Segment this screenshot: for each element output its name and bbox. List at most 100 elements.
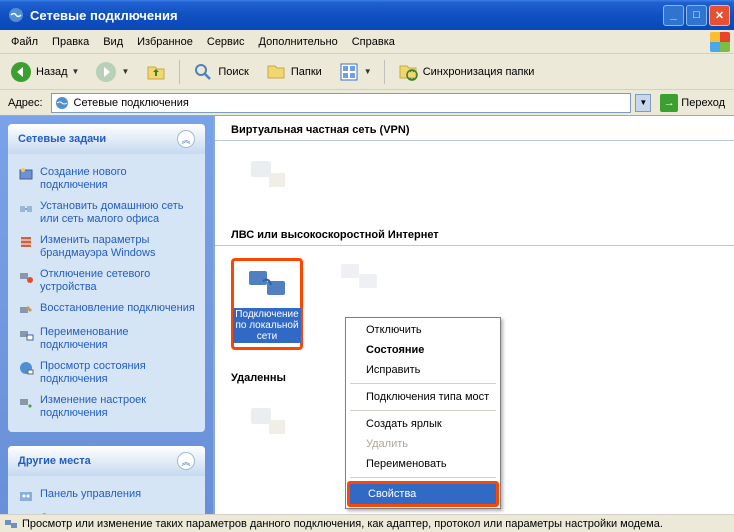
- task-repair[interactable]: Восстановление подключения: [18, 298, 195, 322]
- group-lan: ЛВС или высокоскоростной Интернет: [215, 221, 734, 246]
- repair-icon: [18, 302, 34, 318]
- menubar: Файл Правка Вид Избранное Сервис Дополни…: [0, 30, 734, 54]
- forward-icon: [95, 61, 117, 83]
- chevron-down-icon: ▼: [72, 67, 80, 76]
- address-dropdown[interactable]: ▼: [635, 94, 651, 112]
- ctx-separator: [350, 383, 496, 384]
- back-button[interactable]: Назад ▼: [4, 58, 85, 86]
- status-icon: [18, 360, 34, 376]
- lan-icon: [243, 265, 291, 305]
- panel-title: Сетевые задачи: [18, 133, 106, 145]
- other-places-panel: Другие места ︽ Панель управления Сетевое…: [8, 446, 205, 514]
- folders-icon: [265, 61, 287, 83]
- panel-header[interactable]: Другие места ︽: [8, 446, 205, 476]
- panel-body: Панель управления Сетевое окружение Мои …: [8, 476, 205, 514]
- wizard-icon: [18, 166, 34, 182]
- menu-view[interactable]: Вид: [96, 34, 130, 50]
- task-rename[interactable]: Переименование подключения: [18, 322, 195, 356]
- back-icon: [10, 61, 32, 83]
- task-home-network[interactable]: Установить домашнюю сеть или сеть малого…: [18, 196, 195, 230]
- titlebar: Сетевые подключения _ □ ✕: [0, 0, 734, 30]
- menu-file[interactable]: Файл: [4, 34, 45, 50]
- lan-connection-item[interactable]: Подключение по локальной сети: [231, 258, 303, 350]
- disable-icon: [18, 268, 34, 284]
- context-menu: Отключить Состояние Исправить Подключени…: [345, 317, 501, 509]
- conn-label: Подключение по локальной сети: [233, 308, 300, 343]
- network-tasks-panel: Сетевые задачи ︽ Создание нового подключ…: [8, 124, 205, 432]
- ctx-properties[interactable]: Свойства: [350, 484, 496, 504]
- panel-title: Другие места: [18, 455, 91, 467]
- addressbar: Адрес: Сетевые подключения ▼ → Переход: [0, 90, 734, 116]
- go-icon: →: [660, 94, 678, 112]
- toolbar: Назад ▼ ▼ Поиск Папки ▼ Синхронизация па…: [0, 54, 734, 90]
- home-network-icon: [18, 200, 34, 216]
- address-value: Сетевые подключения: [70, 97, 189, 109]
- vpn-connection-item[interactable]: [231, 153, 303, 207]
- task-disable-device[interactable]: Отключение сетевого устройства: [18, 264, 195, 298]
- status-text: Просмотр или изменение таких параметров …: [22, 518, 663, 530]
- menu-edit[interactable]: Правка: [45, 34, 96, 50]
- lan-icon: [335, 258, 383, 298]
- vpn-icon: [243, 153, 291, 193]
- firewall-icon: [18, 234, 34, 250]
- folder-up-icon: [145, 61, 167, 83]
- folders-label: Папки: [291, 66, 322, 78]
- ctx-shortcut[interactable]: Создать ярлык: [348, 414, 498, 434]
- properties-icon: [18, 394, 34, 410]
- task-new-connection[interactable]: Создание нового подключения: [18, 162, 195, 196]
- connection-icon: [4, 517, 18, 531]
- windows-flag-icon: [710, 32, 730, 52]
- up-button[interactable]: [139, 58, 173, 86]
- views-button[interactable]: ▼: [332, 58, 378, 86]
- menu-favorites[interactable]: Избранное: [130, 34, 200, 50]
- sidebar: Сетевые задачи ︽ Создание нового подключ…: [0, 116, 213, 514]
- collapse-icon[interactable]: ︽: [177, 130, 195, 148]
- ctx-repair[interactable]: Исправить: [348, 360, 498, 380]
- task-properties[interactable]: Изменение настроек подключения: [18, 390, 195, 424]
- panel-header[interactable]: Сетевые задачи ︽: [8, 124, 205, 154]
- remote-connection-item[interactable]: [231, 400, 303, 440]
- ctx-bridge[interactable]: Подключения типа мост: [348, 387, 498, 407]
- sync-button[interactable]: Синхронизация папки: [391, 58, 541, 86]
- close-button[interactable]: ✕: [709, 5, 730, 26]
- task-status[interactable]: Просмотр состояния подключения: [18, 356, 195, 390]
- ctx-rename[interactable]: Переименовать: [348, 454, 498, 474]
- ctx-disable[interactable]: Отключить: [348, 320, 498, 340]
- control-panel-icon: [18, 488, 34, 504]
- views-icon: [338, 61, 360, 83]
- address-input[interactable]: Сетевые подключения: [51, 93, 632, 113]
- address-label: Адрес:: [4, 97, 47, 109]
- ctx-separator: [350, 477, 496, 478]
- link-control-panel[interactable]: Панель управления: [18, 484, 195, 508]
- search-button[interactable]: Поиск: [186, 58, 254, 86]
- window-icon: [8, 7, 24, 23]
- task-firewall[interactable]: Изменить параметры брандмауэра Windows: [18, 230, 195, 264]
- sync-icon: [397, 61, 419, 83]
- sync-label: Синхронизация папки: [423, 66, 535, 78]
- toolbar-separator: [384, 60, 385, 84]
- collapse-icon[interactable]: ︽: [177, 452, 195, 470]
- toolbar-separator: [179, 60, 180, 84]
- folders-button[interactable]: Папки: [259, 58, 328, 86]
- forward-button[interactable]: ▼: [89, 58, 135, 86]
- menu-help[interactable]: Справка: [345, 34, 402, 50]
- chevron-down-icon: ▼: [121, 67, 129, 76]
- menu-advanced[interactable]: Дополнительно: [252, 34, 345, 50]
- rename-icon: [18, 326, 34, 342]
- chevron-down-icon: ▼: [364, 67, 372, 76]
- ctx-delete: Удалить: [348, 434, 498, 454]
- go-button[interactable]: → Переход: [655, 92, 730, 114]
- conn-label: [266, 196, 269, 207]
- panel-body: Создание нового подключения Установить д…: [8, 154, 205, 432]
- network-icon: [54, 95, 70, 111]
- search-icon: [192, 61, 214, 83]
- group-vpn: Виртуальная частная сеть (VPN): [215, 116, 734, 141]
- back-label: Назад: [36, 66, 68, 78]
- maximize-button[interactable]: □: [686, 5, 707, 26]
- ctx-status[interactable]: Состояние: [348, 340, 498, 360]
- go-label: Переход: [681, 97, 725, 109]
- minimize-button[interactable]: _: [663, 5, 684, 26]
- window-title: Сетевые подключения: [28, 8, 663, 23]
- search-label: Поиск: [218, 66, 248, 78]
- menu-tools[interactable]: Сервис: [200, 34, 252, 50]
